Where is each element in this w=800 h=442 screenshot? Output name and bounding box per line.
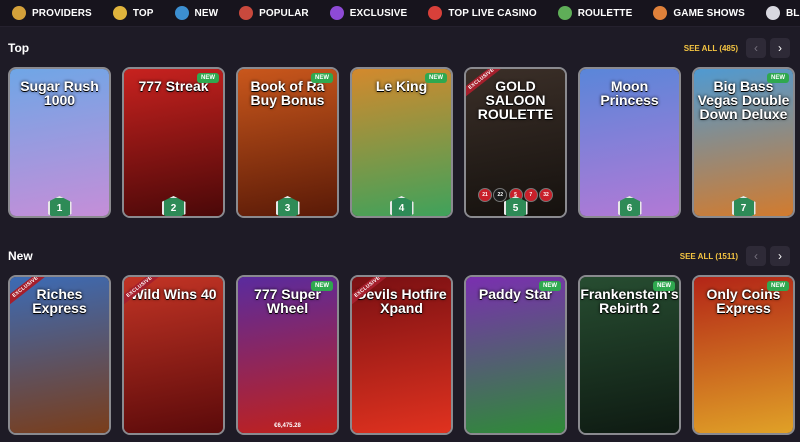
rocket-icon <box>239 6 254 20</box>
new-games-row: Riches Express EXCLUSIVE Wild Wins 40 EXCLU… <box>8 275 795 435</box>
new-badge: NEW <box>539 281 561 291</box>
game-card[interactable]: Devils Hotfire Xpand EXCLUSIVE <box>350 275 453 435</box>
game-card[interactable]: GOLD SALOON ROULETTE EXCLUSIVE 21 22 5 7 32 5 <box>464 67 567 218</box>
game-card[interactable]: Book of Ra Buy Bonus NEW 3 <box>236 67 339 218</box>
roulette-number: 21 <box>478 188 492 202</box>
game-title: Moon Princess <box>600 78 659 108</box>
chevron-right-icon: › <box>778 41 782 55</box>
game-title: Big Bass Vegas Double Down Deluxe <box>697 78 790 122</box>
chip-icon <box>428 6 443 20</box>
nav-item-label: POPULAR <box>259 7 309 19</box>
new-badge: NEW <box>425 73 447 83</box>
nav-item-top-live-casino[interactable]: TOP LIVE CASINO <box>416 0 545 26</box>
nav-item-label: TOP <box>132 7 154 19</box>
scroll-left-button[interactable]: ‹ <box>746 38 766 58</box>
cards-icon <box>765 6 780 20</box>
game-card[interactable]: Paddy Star NEW <box>464 275 567 435</box>
new-badge: NEW <box>197 73 219 83</box>
chevron-right-icon: › <box>778 249 782 263</box>
nav-item-popular[interactable]: POPULAR <box>227 0 318 26</box>
nav-item-label: BLACKJACK <box>785 7 800 19</box>
nav-item-providers[interactable]: PROVIDERS <box>0 0 101 26</box>
chevron-left-icon: ‹ <box>754 249 758 263</box>
game-card[interactable]: Wild Wins 40 EXCLUSIVE <box>122 275 225 435</box>
game-title: 777 Super Wheel <box>254 286 321 316</box>
nav-item-roulette[interactable]: ROULETTE <box>546 0 642 26</box>
chevron-left-icon: ‹ <box>754 41 758 55</box>
nav-item-label: PROVIDERS <box>32 7 92 19</box>
nav-item-label: TOP LIVE CASINO <box>448 7 537 19</box>
scroll-right-button[interactable]: › <box>770 246 790 266</box>
scroll-right-button[interactable]: › <box>770 38 790 58</box>
game-card[interactable]: Frankenstein's Rebirth 2 NEW <box>578 275 681 435</box>
new-badge: NEW <box>767 73 789 83</box>
new-badge: NEW <box>767 281 789 291</box>
gameshow-icon <box>653 6 668 20</box>
game-card[interactable]: Riches Express EXCLUSIVE <box>8 275 111 435</box>
game-card[interactable]: 777 Super Wheel NEW €6,475.28 <box>236 275 339 435</box>
star-icon <box>112 6 127 20</box>
game-card[interactable]: Moon Princess 6 <box>578 67 681 218</box>
new-badge: NEW <box>311 281 333 291</box>
gem-icon <box>329 6 344 20</box>
nav-item-label: ROULETTE <box>577 7 633 19</box>
nav-item-blackjack[interactable]: BLACKJACK <box>754 0 800 26</box>
new-badge: NEW <box>311 73 333 83</box>
nav-item-top[interactable]: TOP <box>101 0 163 26</box>
category-nav: PROVIDERS TOP NEW POPULAR EXCLUSIVE TOP LIVE … <box>0 0 800 27</box>
see-all-link[interactable]: SEE ALL (485) <box>684 44 738 53</box>
game-title: Frankenstein's Rebirth 2 <box>580 286 679 316</box>
game-card[interactable]: 777 Streak NEW 2 <box>122 67 225 218</box>
new-badge: NEW <box>653 281 675 291</box>
game-title: Only Coins Express <box>706 286 781 316</box>
nav-item-label: GAME SHOWS <box>673 7 745 19</box>
nav-item-label: EXCLUSIVE <box>349 7 408 19</box>
game-card[interactable]: Sugar Rush 1000 1 <box>8 67 111 218</box>
section-header-top: Top SEE ALL (485) ‹ › <box>0 38 800 60</box>
roulette-number: 22 <box>493 188 508 202</box>
roulette-number: 7 <box>523 188 538 202</box>
nav-item-game-shows[interactable]: GAME SHOWS <box>641 0 754 26</box>
section-title: Top <box>8 41 30 55</box>
roulette-number: 32 <box>539 188 553 202</box>
game-card[interactable]: Le King NEW 4 <box>350 67 453 218</box>
providers-icon <box>12 6 26 20</box>
scroll-left-button[interactable]: ‹ <box>746 246 766 266</box>
game-title: Sugar Rush 1000 <box>20 78 99 108</box>
jackpot-amount: €6,475.28 <box>274 423 301 429</box>
roulette-icon <box>557 6 572 20</box>
section-header-new: New SEE ALL (1511) ‹ › <box>0 246 800 268</box>
see-all-link[interactable]: SEE ALL (1511) <box>680 252 738 261</box>
nav-item-exclusive[interactable]: EXCLUSIVE <box>318 0 417 26</box>
nav-item-new[interactable]: NEW <box>163 0 228 26</box>
game-card[interactable]: Only Coins Express NEW <box>692 275 795 435</box>
game-card[interactable]: Big Bass Vegas Double Down Deluxe NEW 7 <box>692 67 795 218</box>
game-title: GOLD SALOON ROULETTE <box>477 78 554 122</box>
game-title: Book of Ra Buy Bonus <box>250 78 325 108</box>
nav-item-label: NEW <box>194 7 219 19</box>
globe-icon <box>174 6 189 20</box>
section-title: New <box>8 249 33 263</box>
top-games-row: Sugar Rush 1000 1 777 Streak NEW 2 Book of Ra… <box>8 67 795 218</box>
